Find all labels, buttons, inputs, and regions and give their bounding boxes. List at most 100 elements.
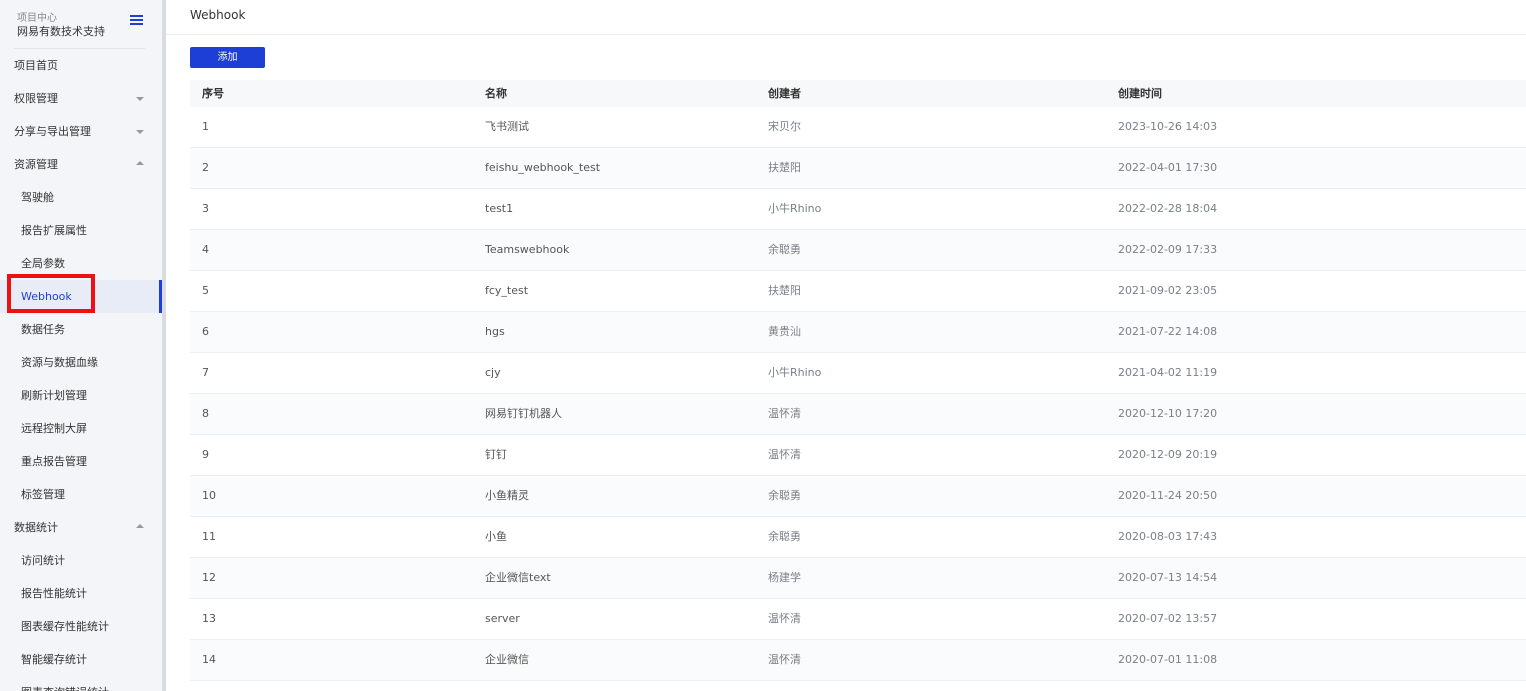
sidebar-item[interactable]: 数据统计 — [0, 511, 162, 544]
creator-cell: 温怀清 — [768, 448, 801, 461]
sidebar-item[interactable]: 访问统计 — [0, 544, 162, 577]
project-name: 网易有数技术支持 — [17, 25, 105, 38]
table-row[interactable]: 1 飞书测试 宋贝尔 2023-10-26 14:03 — [190, 107, 1526, 148]
webhook-name-cell: cjy — [485, 366, 501, 379]
sidebar-item[interactable]: 标签管理 — [0, 478, 162, 511]
row-index-cell: 3 — [202, 202, 209, 215]
sidebar-item[interactable]: 图表查询错误统计 — [0, 676, 162, 691]
row-index-cell: 14 — [202, 653, 216, 666]
table-row[interactable]: 11 小鱼 余聪勇 2020-08-03 17:43 — [190, 517, 1526, 558]
creator-cell: 余聪勇 — [768, 489, 801, 502]
sidebar-item[interactable]: 重点报告管理 — [0, 445, 162, 478]
project-header: 项目中心 网易有数技术支持 — [0, 0, 162, 48]
sidebar-item[interactable]: 刷新计划管理 — [0, 379, 162, 412]
sidebar-item[interactable]: 项目首页 — [0, 49, 162, 82]
row-index-cell: 1 — [202, 120, 209, 133]
creator-cell: 小牛Rhino — [768, 202, 822, 215]
sidebar-item-label: 驾驶舱 — [21, 191, 54, 204]
created-time-cell: 2022-02-09 17:33 — [1118, 243, 1218, 256]
sidebar-item[interactable]: 数据任务 — [0, 313, 162, 346]
row-index-cell: 9 — [202, 448, 209, 461]
sidebar-item[interactable]: 驾驶舱 — [0, 181, 162, 214]
creator-cell: 余聪勇 — [768, 243, 801, 256]
column-header-index: 序号 — [202, 87, 224, 100]
table-row[interactable]: 2 feishu_webhook_test 扶楚阳 2022-04-01 17:30 — [190, 148, 1526, 189]
created-time-cell: 2020-07-02 13:57 — [1118, 612, 1218, 625]
sidebar-item-label: 图表缓存性能统计 — [21, 620, 109, 633]
row-index-cell: 2 — [202, 161, 209, 174]
sidebar-item-label: 数据统计 — [14, 521, 58, 534]
table-row[interactable]: 14 企业微信 温怀清 2020-07-01 11:08 — [190, 640, 1526, 681]
sidebar-item-label: 权限管理 — [14, 92, 58, 105]
table-row[interactable]: 3 test1 小牛Rhino 2022-02-28 18:04 — [190, 189, 1526, 230]
sidebar-item[interactable]: 资源管理 — [0, 148, 162, 181]
webhook-name-cell: Teamswebhook — [485, 243, 570, 256]
page-header: Webhook — [166, 0, 1526, 35]
page-title: Webhook — [190, 8, 246, 22]
chevron-down-icon — [136, 97, 144, 101]
creator-cell: 温怀清 — [768, 612, 801, 625]
sidebar: 项目中心 网易有数技术支持 项目首页权限管理分享与导出管理资源管理驾驶舱报告扩展… — [0, 0, 162, 691]
created-time-cell: 2020-11-24 20:50 — [1118, 489, 1218, 502]
table-row[interactable]: 13 server 温怀清 2020-07-02 13:57 — [190, 599, 1526, 640]
table-row[interactable]: 9 钉钉 温怀清 2020-12-09 20:19 — [190, 435, 1526, 476]
sidebar-item[interactable]: 报告扩展属性 — [0, 214, 162, 247]
chevron-up-icon — [136, 524, 144, 528]
webhook-name-cell: 企业微信 — [485, 653, 529, 666]
webhook-name-cell: 飞书测试 — [485, 120, 529, 133]
sidebar-item[interactable]: 智能缓存统计 — [0, 643, 162, 676]
menu-icon[interactable] — [130, 15, 143, 27]
webhook-name-cell: hgs — [485, 325, 505, 338]
table-row[interactable]: 8 网易钉钉机器人 温怀清 2020-12-10 17:20 — [190, 394, 1526, 435]
sidebar-item-label: 刷新计划管理 — [21, 389, 87, 402]
created-time-cell: 2021-04-02 11:19 — [1118, 366, 1218, 379]
table-row[interactable]: 4 Teamswebhook 余聪勇 2022-02-09 17:33 — [190, 230, 1526, 271]
creator-cell: 温怀清 — [768, 407, 801, 420]
creator-cell: 温怀清 — [768, 653, 801, 666]
creator-cell: 扶楚阳 — [768, 284, 801, 297]
table-row[interactable]: 10 小鱼精灵 余聪勇 2020-11-24 20:50 — [190, 476, 1526, 517]
sidebar-item-label: 项目首页 — [14, 59, 58, 72]
add-webhook-button[interactable]: 添加 — [190, 47, 265, 68]
sidebar-item[interactable]: 资源与数据血缘 — [0, 346, 162, 379]
creator-cell: 宋贝尔 — [768, 120, 801, 133]
sidebar-scrollbar[interactable] — [162, 0, 166, 691]
sidebar-item[interactable]: 报告性能统计 — [0, 577, 162, 610]
webhook-name-cell: server — [485, 612, 520, 625]
row-index-cell: 8 — [202, 407, 209, 420]
created-time-cell: 2023-10-26 14:03 — [1118, 120, 1218, 133]
creator-cell: 小牛Rhino — [768, 366, 822, 379]
created-time-cell: 2020-12-10 17:20 — [1118, 407, 1218, 420]
column-header-creator: 创建者 — [768, 87, 801, 100]
webhook-name-cell: feishu_webhook_test — [485, 161, 601, 174]
sidebar-item-label: 资源管理 — [14, 158, 58, 171]
sidebar-item-label: 访问统计 — [21, 554, 65, 567]
created-time-cell: 2022-02-28 18:04 — [1118, 202, 1218, 215]
creator-cell: 扶楚阳 — [768, 161, 801, 174]
table-row[interactable]: 6 hgs 黄贵汕 2021-07-22 14:08 — [190, 312, 1526, 353]
sidebar-item[interactable]: 权限管理 — [0, 82, 162, 115]
sidebar-item[interactable]: 分享与导出管理 — [0, 115, 162, 148]
annotation-highlight-box — [7, 274, 95, 313]
sidebar-item[interactable]: 远程控制大屏 — [0, 412, 162, 445]
created-time-cell: 2020-08-03 17:43 — [1118, 530, 1218, 543]
created-time-cell: 2020-07-13 14:54 — [1118, 571, 1218, 584]
column-header-name: 名称 — [485, 87, 507, 100]
row-index-cell: 12 — [202, 571, 216, 584]
table-row[interactable]: 7 cjy 小牛Rhino 2021-04-02 11:19 — [190, 353, 1526, 394]
creator-cell: 黄贵汕 — [768, 325, 801, 338]
created-time-cell: 2021-09-02 23:05 — [1118, 284, 1218, 297]
webhook-name-cell: 钉钉 — [485, 448, 507, 461]
chevron-down-icon — [136, 130, 144, 134]
sidebar-item-label: 报告扩展属性 — [21, 224, 87, 237]
sidebar-item-label: 报告性能统计 — [21, 587, 87, 600]
webhook-name-cell: 网易钉钉机器人 — [485, 407, 562, 420]
table-row[interactable]: 12 企业微信text 杨建学 2020-07-13 14:54 — [190, 558, 1526, 599]
project-label: 项目中心 — [17, 13, 57, 24]
webhook-name-cell: test1 — [485, 202, 514, 215]
creator-cell: 杨建学 — [768, 571, 801, 584]
sidebar-item[interactable]: 图表缓存性能统计 — [0, 610, 162, 643]
table-row[interactable]: 5 fcy_test 扶楚阳 2021-09-02 23:05 — [190, 271, 1526, 312]
chevron-up-icon — [136, 161, 144, 165]
row-index-cell: 13 — [202, 612, 216, 625]
